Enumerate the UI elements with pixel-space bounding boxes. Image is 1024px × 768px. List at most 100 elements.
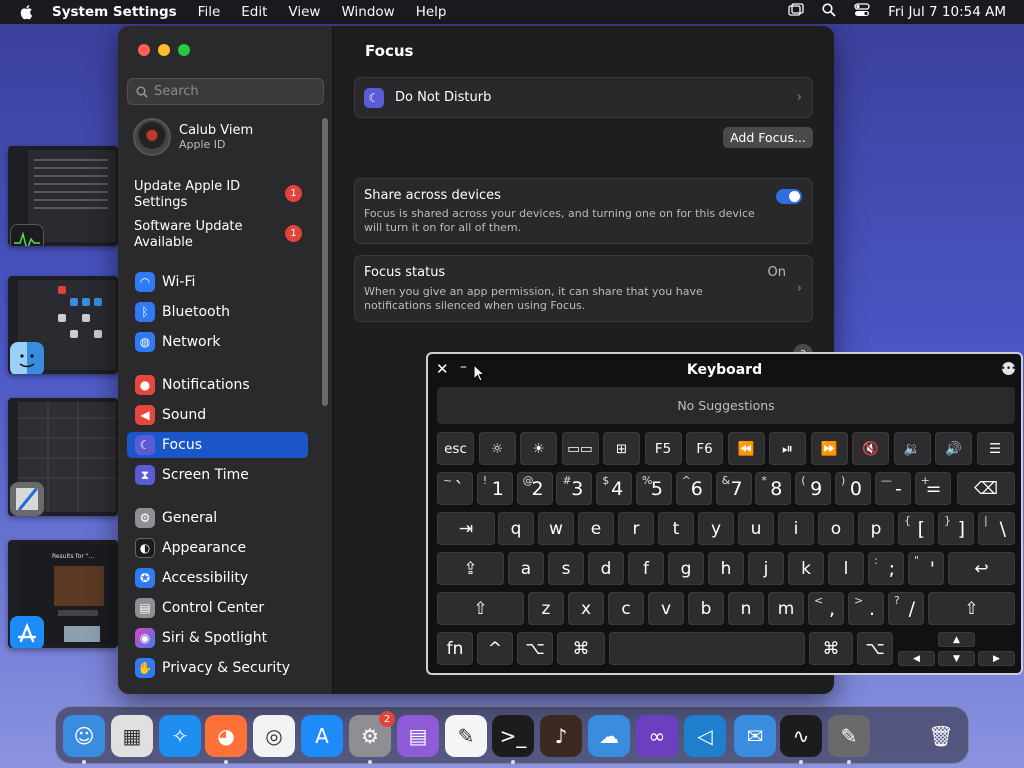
minimize-window-button[interactable] xyxy=(158,44,170,56)
key-5[interactable]: % 5 xyxy=(636,472,672,505)
menu-app-name[interactable]: System Settings xyxy=(52,4,177,20)
key-9[interactable]: (9 xyxy=(795,472,832,505)
key-j[interactable]: j xyxy=(748,552,784,585)
key-play-pause[interactable]: ⏯ xyxy=(769,432,806,465)
key-s[interactable]: s xyxy=(548,552,584,585)
sidebar-item-bluetooth[interactable]: ᛒ Bluetooth xyxy=(127,299,308,325)
zoom-window-button[interactable] xyxy=(178,44,190,56)
software-update-available[interactable]: Software Update Available xyxy=(134,219,284,251)
key-3[interactable]: #3 xyxy=(556,472,593,505)
key-equals[interactable]: + = xyxy=(914,472,951,505)
key-command-right[interactable]: ⌘ xyxy=(809,632,853,665)
key-r[interactable]: r xyxy=(618,512,654,545)
key-mission-control[interactable]: ▭▭ xyxy=(561,432,599,465)
key-arrow-up[interactable]: ▲ xyxy=(938,632,975,647)
key-i[interactable]: i xyxy=(778,512,814,545)
key-comma[interactable]: <, xyxy=(808,592,844,625)
menu-window[interactable]: Window xyxy=(341,4,394,20)
do-not-disturb-row[interactable]: ☾ Do Not Disturb › xyxy=(354,77,813,118)
visualstudio-icon[interactable]: ∞ xyxy=(636,715,678,757)
configurator-icon[interactable]: ▤ xyxy=(397,715,439,757)
chrome-icon[interactable]: ◎ xyxy=(253,715,295,757)
key-delete[interactable]: ⌫ xyxy=(957,472,1015,505)
key-fn[interactable]: fn xyxy=(437,632,473,665)
vscode-icon[interactable]: ◁ xyxy=(684,715,726,757)
appstore-icon[interactable]: A xyxy=(301,715,343,757)
menu-view[interactable]: View xyxy=(288,4,320,20)
key-e[interactable]: e xyxy=(578,512,614,545)
trash-icon[interactable]: 🗑 xyxy=(920,715,962,757)
stage-thumbnail-app-store[interactable]: Results for "... xyxy=(8,540,118,648)
close-window-button[interactable] xyxy=(138,44,150,56)
key-grave[interactable]: ~ ` xyxy=(437,472,473,505)
key-g[interactable]: g xyxy=(668,552,704,585)
sidebar-item-appearance[interactable]: ◐ Appearance xyxy=(127,535,308,561)
key-option-right[interactable]: ⌥ xyxy=(857,632,893,665)
key-backslash[interactable]: | \ xyxy=(978,512,1015,545)
key-x[interactable]: x xyxy=(568,592,604,625)
sidebar-item-network[interactable]: ◍ Network xyxy=(127,329,308,355)
key-f5[interactable]: F5 xyxy=(644,432,682,465)
sidebar-search-field[interactable]: Search xyxy=(127,78,324,105)
key-d[interactable]: d xyxy=(588,552,624,585)
key-bracket-left[interactable]: {[ xyxy=(898,512,934,545)
stage-thumbnail-activity-monitor[interactable] xyxy=(8,146,118,246)
key-y[interactable]: y xyxy=(698,512,734,545)
key-slash[interactable]: ? / xyxy=(888,592,924,625)
key-minus[interactable]: — - xyxy=(874,472,911,505)
update-apple-id-settings[interactable]: Update Apple ID Settings xyxy=(134,179,284,211)
key-arrow-left[interactable]: ◀ xyxy=(898,651,935,666)
key-u[interactable]: u xyxy=(738,512,774,545)
key-q[interactable]: q xyxy=(498,512,534,545)
terminal-icon[interactable]: >_ xyxy=(492,715,534,757)
screen-mirroring-icon[interactable] xyxy=(788,3,804,21)
key-f[interactable]: f xyxy=(628,552,664,585)
sidebar-item-focus[interactable]: ☾ Focus xyxy=(127,432,308,458)
key-c[interactable]: c xyxy=(608,592,644,625)
key-brightness-down[interactable]: ☼ xyxy=(478,432,516,465)
spotlight-search-icon[interactable] xyxy=(822,3,836,21)
key-arrow-down[interactable]: ▼ xyxy=(938,651,975,666)
key-6[interactable]: ^ 6 xyxy=(675,472,712,505)
key-tab[interactable]: ⇥ xyxy=(437,512,495,545)
sidebar-item-wifi[interactable]: ◠ Wi-Fi xyxy=(127,269,308,295)
launchpad-icon[interactable]: ▦ xyxy=(111,715,153,757)
key-bracket-right[interactable]: }] xyxy=(938,512,974,545)
key-caps-lock[interactable]: ⇪ xyxy=(437,552,504,585)
key-h[interactable]: h xyxy=(708,552,744,585)
key-l[interactable]: l xyxy=(828,552,864,585)
key-brightness-up[interactable]: ☀ xyxy=(520,432,557,465)
key-4[interactable]: $4 xyxy=(596,472,633,505)
sidebar-item-control-center[interactable]: ▤ Control Center xyxy=(127,595,308,621)
key-fast-forward[interactable]: ⏩ xyxy=(810,432,848,465)
finder-icon[interactable]: ☺ xyxy=(63,715,105,757)
key-arrow-right[interactable]: ▶ xyxy=(978,651,1015,666)
weather-icon[interactable]: ☁ xyxy=(588,715,630,757)
focus-status-row[interactable]: Focus status On When you give an app per… xyxy=(354,255,813,322)
sidebar-item-privacy-security[interactable]: ✋ Privacy & Security xyxy=(127,655,308,681)
stage-thumbnail-finder[interactable] xyxy=(8,276,118,374)
key-control[interactable]: ^ xyxy=(477,632,513,665)
sidebar-item-general[interactable]: ⚙ General xyxy=(127,505,308,531)
key-b[interactable]: b xyxy=(688,592,724,625)
key-2[interactable]: @2 xyxy=(516,472,553,505)
key-menu[interactable]: ☰ xyxy=(976,432,1014,465)
firefox-icon[interactable]: ◕ xyxy=(205,715,247,757)
share-across-devices-toggle[interactable] xyxy=(776,189,802,204)
key-f6[interactable]: F6 xyxy=(686,432,723,465)
key-shift-left[interactable]: ⇧ xyxy=(437,592,524,625)
key-volume-down[interactable]: 🔉 xyxy=(893,432,931,465)
sidebar-item-screen-time[interactable]: ⧗ Screen Time xyxy=(127,462,308,488)
guitar-icon[interactable]: ♪ xyxy=(540,715,582,757)
safari-icon[interactable]: ✧ xyxy=(159,715,201,757)
add-focus-button[interactable]: Add Focus... xyxy=(723,127,813,148)
key-option-left[interactable]: ⌥ xyxy=(517,632,553,665)
key-launchpad[interactable]: ⊞ xyxy=(603,432,640,465)
key-shift-right[interactable]: ⇧ xyxy=(928,592,1015,625)
sidebar-scrollbar[interactable] xyxy=(322,118,328,406)
key-0[interactable]: ) 0 xyxy=(835,472,871,505)
menu-file[interactable]: File xyxy=(198,4,221,20)
key-return[interactable]: ↩ xyxy=(948,552,1015,585)
key-a[interactable]: a xyxy=(508,552,544,585)
key-z[interactable]: z xyxy=(528,592,564,625)
